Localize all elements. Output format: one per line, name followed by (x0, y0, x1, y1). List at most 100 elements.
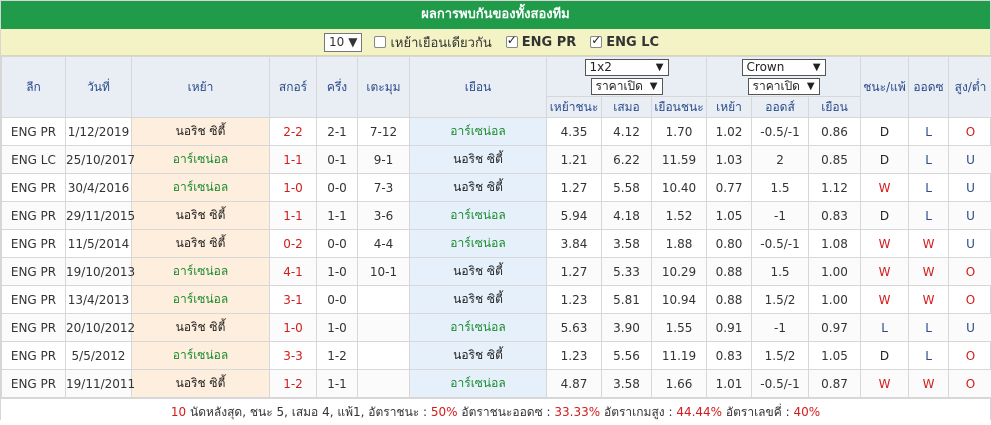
cell-crown-away: 1.12 (809, 174, 861, 202)
summary-footer: 10 นัดหลังสุด, ชนะ 5, เสมอ 4, แพ้1, อัตร… (1, 398, 990, 424)
cell-home[interactable]: นอริช ซิตี้ (132, 370, 270, 398)
summary-text-2: อัตราชนะออดซ : (458, 405, 555, 419)
col-crown-away: เยือน (809, 97, 861, 118)
cell-over-under: U (949, 202, 991, 230)
cell-home[interactable]: อาร์เซน่อล (132, 146, 270, 174)
cell-crown-away: 0.97 (809, 314, 861, 342)
odds-price-select[interactable]: ราคาเปิด▼ (591, 78, 663, 95)
cell-over-under: U (949, 314, 991, 342)
cell-home[interactable]: อาร์เซน่อล (132, 258, 270, 286)
cell-date: 1/12/2019 (66, 118, 132, 146)
cell-draw: 5.81 (602, 286, 652, 314)
cell-away[interactable]: นอริช ซิตี้ (410, 174, 547, 202)
cell-away[interactable]: นอริช ซิตี้ (410, 146, 547, 174)
cell-over-under: O (949, 342, 991, 370)
cell-home-win: 3.84 (547, 230, 602, 258)
eng-lc-checkbox[interactable] (590, 36, 602, 48)
table-row: ENG PR19/10/2013อาร์เซน่อล4-11-010-1นอริ… (2, 258, 991, 286)
summary-text-1: นัดหลังสุด, ชนะ 5, เสมอ 4, แพ้1, อัตราชน… (186, 405, 431, 419)
table-row: ENG PR29/11/2015นอริช ซิตี้1-11-13-6อาร์… (2, 202, 991, 230)
cell-home-win: 4.87 (547, 370, 602, 398)
col-league: ลีก (2, 57, 66, 118)
cell-date: 19/11/2011 (66, 370, 132, 398)
cell-home[interactable]: นอริช ซิตี้ (132, 202, 270, 230)
cell-away[interactable]: อาร์เซน่อล (410, 230, 547, 258)
cell-home-win: 1.27 (547, 258, 602, 286)
cell-draw: 3.90 (602, 314, 652, 342)
cell-league: ENG PR (2, 202, 66, 230)
cell-win-loss: W (861, 258, 909, 286)
cell-over-under: U (949, 230, 991, 258)
cell-away[interactable]: อาร์เซน่อล (410, 202, 547, 230)
bookmaker-select[interactable]: Crown▼ (742, 59, 826, 76)
cell-handicap: 1.5/2 (752, 286, 809, 314)
same-venue-checkbox[interactable] (374, 36, 386, 48)
same-venue-label: เหย้าเยือนเดียวกัน (390, 32, 491, 53)
cell-away[interactable]: นอริช ซิตี้ (410, 258, 547, 286)
odds-type-select[interactable]: 1x2▼ (585, 59, 669, 76)
cell-odds-result: W (909, 258, 949, 286)
cell-handicap: -0.5/-1 (752, 118, 809, 146)
cell-home[interactable]: อาร์เซน่อล (132, 174, 270, 202)
cell-home-win: 1.23 (547, 286, 602, 314)
cell-date: 25/10/2017 (66, 146, 132, 174)
cell-crown-away: 0.85 (809, 146, 861, 174)
col-away: เยือน (410, 57, 547, 118)
handicap-price-value: ราคาเปิด (753, 77, 800, 96)
cell-home[interactable]: อาร์เซน่อล (132, 286, 270, 314)
cell-score: 2-2 (270, 118, 317, 146)
cell-away[interactable]: อาร์เซน่อล (410, 118, 547, 146)
cell-score: 3-3 (270, 342, 317, 370)
match-count-value: 10 (329, 34, 344, 51)
cell-score: 1-1 (270, 146, 317, 174)
cell-crown-away: 0.87 (809, 370, 861, 398)
handicap-price-select[interactable]: ราคาเปิด▼ (748, 78, 820, 95)
cell-draw: 3.58 (602, 370, 652, 398)
cell-corner (358, 342, 410, 370)
chevron-down-icon: ▼ (656, 62, 664, 73)
table-row: ENG PR11/5/2014นอริช ซิตี้0-20-04-4อาร์เ… (2, 230, 991, 258)
cell-away[interactable]: นอริช ซิตี้ (410, 286, 547, 314)
cell-away-win: 11.19 (652, 342, 707, 370)
cell-away[interactable]: อาร์เซน่อล (410, 314, 547, 342)
match-count-select[interactable]: 10 ▼ (324, 33, 363, 52)
cell-league: ENG PR (2, 342, 66, 370)
cell-league: ENG PR (2, 174, 66, 202)
col-half: ครึ่ง (317, 57, 358, 118)
cell-handicap: -0.5/-1 (752, 230, 809, 258)
cell-odds-result: L (909, 342, 949, 370)
cell-corner (358, 286, 410, 314)
cell-away[interactable]: นอริช ซิตี้ (410, 342, 547, 370)
cell-home[interactable]: นอริช ซิตี้ (132, 230, 270, 258)
cell-over-under: U (949, 146, 991, 174)
h2h-table: ลีก วันที่ เหย้า สกอร์ ครึ่ง เตะมุม เยือ… (1, 56, 991, 398)
cell-half: 0-0 (317, 286, 358, 314)
cell-league: ENG LC (2, 146, 66, 174)
cell-home[interactable]: อาร์เซน่อล (132, 342, 270, 370)
cell-handicap: 1.5 (752, 174, 809, 202)
col-odds-result: ออดซ (909, 57, 949, 118)
cell-half: 1-1 (317, 202, 358, 230)
cell-away[interactable]: อาร์เซน่อล (410, 370, 547, 398)
cell-handicap: -0.5/-1 (752, 370, 809, 398)
cell-league: ENG PR (2, 286, 66, 314)
cell-over-under: O (949, 258, 991, 286)
h2h-panel: ผลการพบกันของทั้งสองทีม 10 ▼ เหย้าเยือนเ… (0, 0, 991, 420)
cell-home[interactable]: นอริช ซิตี้ (132, 314, 270, 342)
cell-home-win: 4.35 (547, 118, 602, 146)
cell-score: 3-1 (270, 286, 317, 314)
cell-away-win: 1.52 (652, 202, 707, 230)
cell-home[interactable]: นอริช ซิตี้ (132, 118, 270, 146)
table-row: ENG PR5/5/2012อาร์เซน่อล3-31-2นอริช ซิตี… (2, 342, 991, 370)
panel-title: ผลการพบกันของทั้งสองทีม (1, 1, 990, 29)
eng-lc-filter[interactable]: ENG LC (590, 35, 659, 50)
cell-corner: 4-4 (358, 230, 410, 258)
cell-crown-home: 0.83 (707, 342, 752, 370)
cell-crown-home: 0.88 (707, 286, 752, 314)
table-row: ENG PR13/4/2013อาร์เซน่อล3-10-0นอริช ซิต… (2, 286, 991, 314)
cell-corner (358, 314, 410, 342)
eng-pr-checkbox[interactable] (506, 36, 518, 48)
eng-pr-filter[interactable]: ENG PR (506, 35, 577, 50)
same-venue-filter[interactable]: เหย้าเยือนเดียวกัน (374, 32, 491, 53)
cell-corner: 10-1 (358, 258, 410, 286)
